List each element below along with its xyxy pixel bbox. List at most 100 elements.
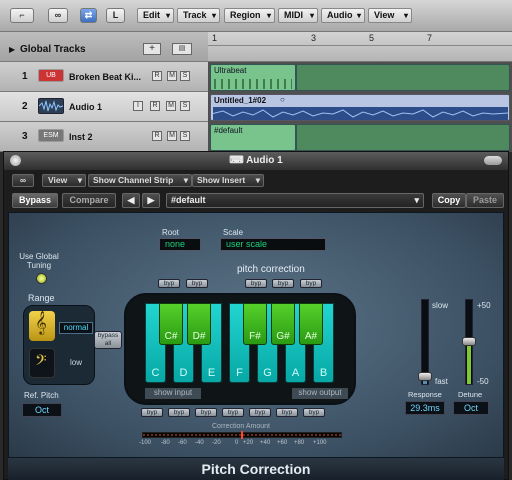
show-channel-strip-menu[interactable]: Show Channel Strip ▾ — [88, 174, 192, 187]
key-label: B — [319, 367, 328, 379]
key-a-sharp[interactable]: A# — [299, 303, 323, 345]
edit-mode-icon[interactable]: ⌐ — [10, 8, 34, 23]
ref-pitch-label: Ref. Pitch — [24, 391, 59, 400]
spacer2 — [134, 8, 135, 23]
paste-button[interactable]: Paste — [466, 193, 504, 208]
pitch-keyboard: C D E F G A B C# D# F# G# A# show input … — [124, 293, 356, 405]
input-monitor-button[interactable]: I — [133, 101, 143, 111]
detune-slider[interactable] — [462, 299, 476, 385]
detune-value[interactable]: Oct — [453, 401, 489, 415]
byp-f-sharp[interactable]: byp — [245, 279, 267, 288]
menu-edit[interactable]: Edit — [137, 8, 174, 23]
track-name[interactable]: Audio 1 — [69, 102, 102, 112]
region-inst-loop[interactable] — [296, 124, 510, 151]
mute-button[interactable]: M — [167, 131, 177, 141]
scale-tick: -20 — [212, 440, 221, 446]
view-menu[interactable]: View ▾ — [42, 174, 86, 187]
button-l[interactable]: L — [106, 8, 125, 23]
audio-waveform — [212, 107, 509, 120]
global-tracks-header[interactable]: ▶ Global Tracks + ▤ — [0, 32, 208, 62]
key-c-sharp[interactable]: C# — [159, 303, 183, 345]
track-name[interactable]: Broken Beat Ki... — [69, 72, 141, 82]
record-button[interactable]: R — [152, 71, 162, 81]
menu-midi[interactable]: MIDI — [278, 8, 318, 23]
ref-pitch-value[interactable]: Oct — [22, 403, 62, 417]
show-output-button[interactable]: show output — [292, 388, 348, 399]
byp-c-sharp[interactable]: byp — [158, 279, 180, 288]
byp-b[interactable]: byp — [303, 408, 325, 417]
byp-d[interactable]: byp — [168, 408, 190, 417]
close-window-icon[interactable] — [10, 155, 21, 166]
window-title-icon: ⌨ — [229, 155, 247, 166]
plugin-titlebar[interactable]: ⌨ Audio 1 — [4, 152, 508, 170]
link-icon[interactable]: ∞ — [48, 8, 68, 23]
byp-f[interactable]: byp — [222, 408, 244, 417]
byp-a-sharp[interactable]: byp — [300, 279, 322, 288]
key-d-sharp[interactable]: D# — [187, 303, 211, 345]
track-view-icon[interactable]: ▤ — [172, 43, 192, 55]
track-header-1[interactable]: 1 UB Broken Beat Ki... R M S — [0, 62, 208, 92]
solo-button[interactable]: S — [180, 101, 190, 111]
toolbar-toggle-icon[interactable] — [484, 156, 502, 165]
track-number: 1 — [22, 71, 28, 82]
byp-e[interactable]: byp — [195, 408, 217, 417]
use-global-tuning-led[interactable] — [36, 273, 47, 284]
prev-preset-icon[interactable]: ◀ — [122, 193, 140, 208]
range-normal[interactable]: normal — [59, 322, 93, 334]
region-inst[interactable]: #default — [210, 124, 296, 151]
range-low[interactable]: low — [59, 358, 93, 370]
mute-button[interactable]: M — [167, 71, 177, 81]
region-label: Untitled_1#02 — [214, 96, 267, 105]
response-value[interactable]: 29.3ms — [405, 401, 445, 415]
catch-icon[interactable]: ⇄ — [80, 8, 97, 23]
menu-audio[interactable]: Audio — [321, 8, 365, 23]
key-g-sharp[interactable]: G# — [271, 303, 295, 345]
menu-track[interactable]: Track — [177, 8, 220, 23]
bass-clef-icon[interactable]: 𝄢 — [29, 348, 55, 378]
record-button[interactable]: R — [150, 101, 160, 111]
show-insert-menu[interactable]: Show Insert ▾ — [192, 174, 264, 187]
compare-button[interactable]: Compare — [62, 193, 116, 208]
key-label: G — [263, 367, 272, 379]
root-selector[interactable]: none — [159, 238, 201, 251]
link-icon[interactable]: ∞ — [12, 174, 34, 187]
solo-button[interactable]: S — [180, 131, 190, 141]
disclosure-triangle-icon[interactable]: ▶ — [9, 45, 15, 54]
show-input-button[interactable]: show input — [145, 388, 201, 399]
track-name[interactable]: Inst 2 — [69, 132, 93, 142]
next-preset-icon[interactable]: ▶ — [142, 193, 160, 208]
region-ultrabeat[interactable]: Ultrabeat — [210, 64, 296, 91]
key-f-sharp[interactable]: F# — [243, 303, 267, 345]
bar-ruler[interactable]: 1 3 5 7 — [208, 32, 512, 62]
response-slider-thumb[interactable] — [418, 372, 432, 382]
bypass-button[interactable]: Bypass — [12, 193, 58, 208]
response-slider[interactable] — [418, 299, 432, 385]
track-header-2[interactable]: 2 Audio 1 I R M S — [0, 92, 208, 122]
byp-a[interactable]: byp — [276, 408, 298, 417]
scale-selector[interactable]: user scale — [220, 238, 326, 251]
menu-view[interactable]: View — [368, 8, 412, 23]
region-ultrabeat-loop[interactable] — [296, 64, 510, 91]
preset-menu[interactable]: #default ▾ — [166, 193, 424, 208]
ruler-mark: 5 — [369, 33, 375, 43]
region-audio[interactable]: Untitled_1#02 ○ — [210, 94, 510, 121]
copy-button[interactable]: Copy — [432, 193, 466, 208]
record-button[interactable]: R — [152, 131, 162, 141]
menu-region[interactable]: Region — [224, 8, 275, 23]
solo-button[interactable]: S — [180, 71, 190, 81]
add-track-button[interactable]: + — [143, 43, 161, 55]
show-insert-label: Show Insert — [197, 175, 246, 185]
byp-d-sharp[interactable]: byp — [186, 279, 208, 288]
treble-clef-icon[interactable]: 𝄞 — [29, 311, 55, 341]
range-selector: 𝄞 𝄢 normal low — [23, 305, 95, 385]
bypass-all-button[interactable]: bypass all — [94, 331, 122, 349]
byp-c[interactable]: byp — [141, 408, 163, 417]
detune-slider-thumb[interactable] — [462, 337, 476, 346]
byp-g-sharp[interactable]: byp — [272, 279, 294, 288]
region-label: #default — [214, 126, 243, 135]
detune-label: Detune — [458, 390, 483, 399]
mute-button[interactable]: M — [166, 101, 176, 111]
byp-g[interactable]: byp — [249, 408, 271, 417]
key-label: A — [291, 367, 300, 379]
track-header-3[interactable]: 3 ESM Inst 2 R M S — [0, 122, 208, 152]
